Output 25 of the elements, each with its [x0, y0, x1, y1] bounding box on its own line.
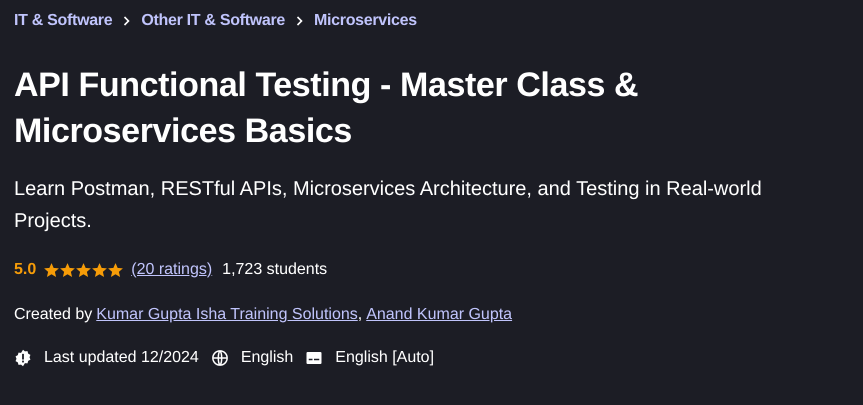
star-icon	[108, 262, 124, 278]
star-icon	[44, 262, 60, 278]
course-subtitle: Learn Postman, RESTful APIs, Microservices Architecture, and Testing in Real-world Projects.	[14, 177, 763, 234]
star-icon	[60, 262, 76, 278]
rating-score: 5.0	[14, 260, 36, 280]
star-icon	[76, 262, 92, 278]
comma: ,	[358, 305, 362, 325]
course-title: API Functional Testing - Master Class & Microservices Basics	[14, 65, 640, 152]
breadcrumb-link[interactable]: Microservices	[314, 9, 417, 33]
students-count: 1,723 students	[222, 260, 328, 280]
captions-icon	[305, 349, 324, 367]
created-by-label: Created by	[14, 305, 92, 325]
breadcrumb-link[interactable]: IT & Software	[14, 9, 112, 33]
chevron-right-icon	[295, 16, 304, 26]
star-icon	[92, 262, 108, 278]
meta-text: English [Auto]	[335, 348, 434, 368]
alert-badge-icon	[14, 349, 32, 367]
author-link[interactable]: Anand Kumar Gupta	[366, 303, 512, 327]
meta-text: Last updated 12/2024	[44, 348, 199, 368]
ratings-link[interactable]: (20 ratings)	[131, 258, 212, 282]
meta-text: English	[240, 348, 294, 368]
chevron-right-icon	[122, 16, 132, 26]
author-link[interactable]: Kumar Gupta Isha Training Solutions	[96, 303, 358, 327]
globe-icon	[210, 349, 229, 367]
breadcrumb-link[interactable]: Other IT & Software	[141, 9, 285, 33]
